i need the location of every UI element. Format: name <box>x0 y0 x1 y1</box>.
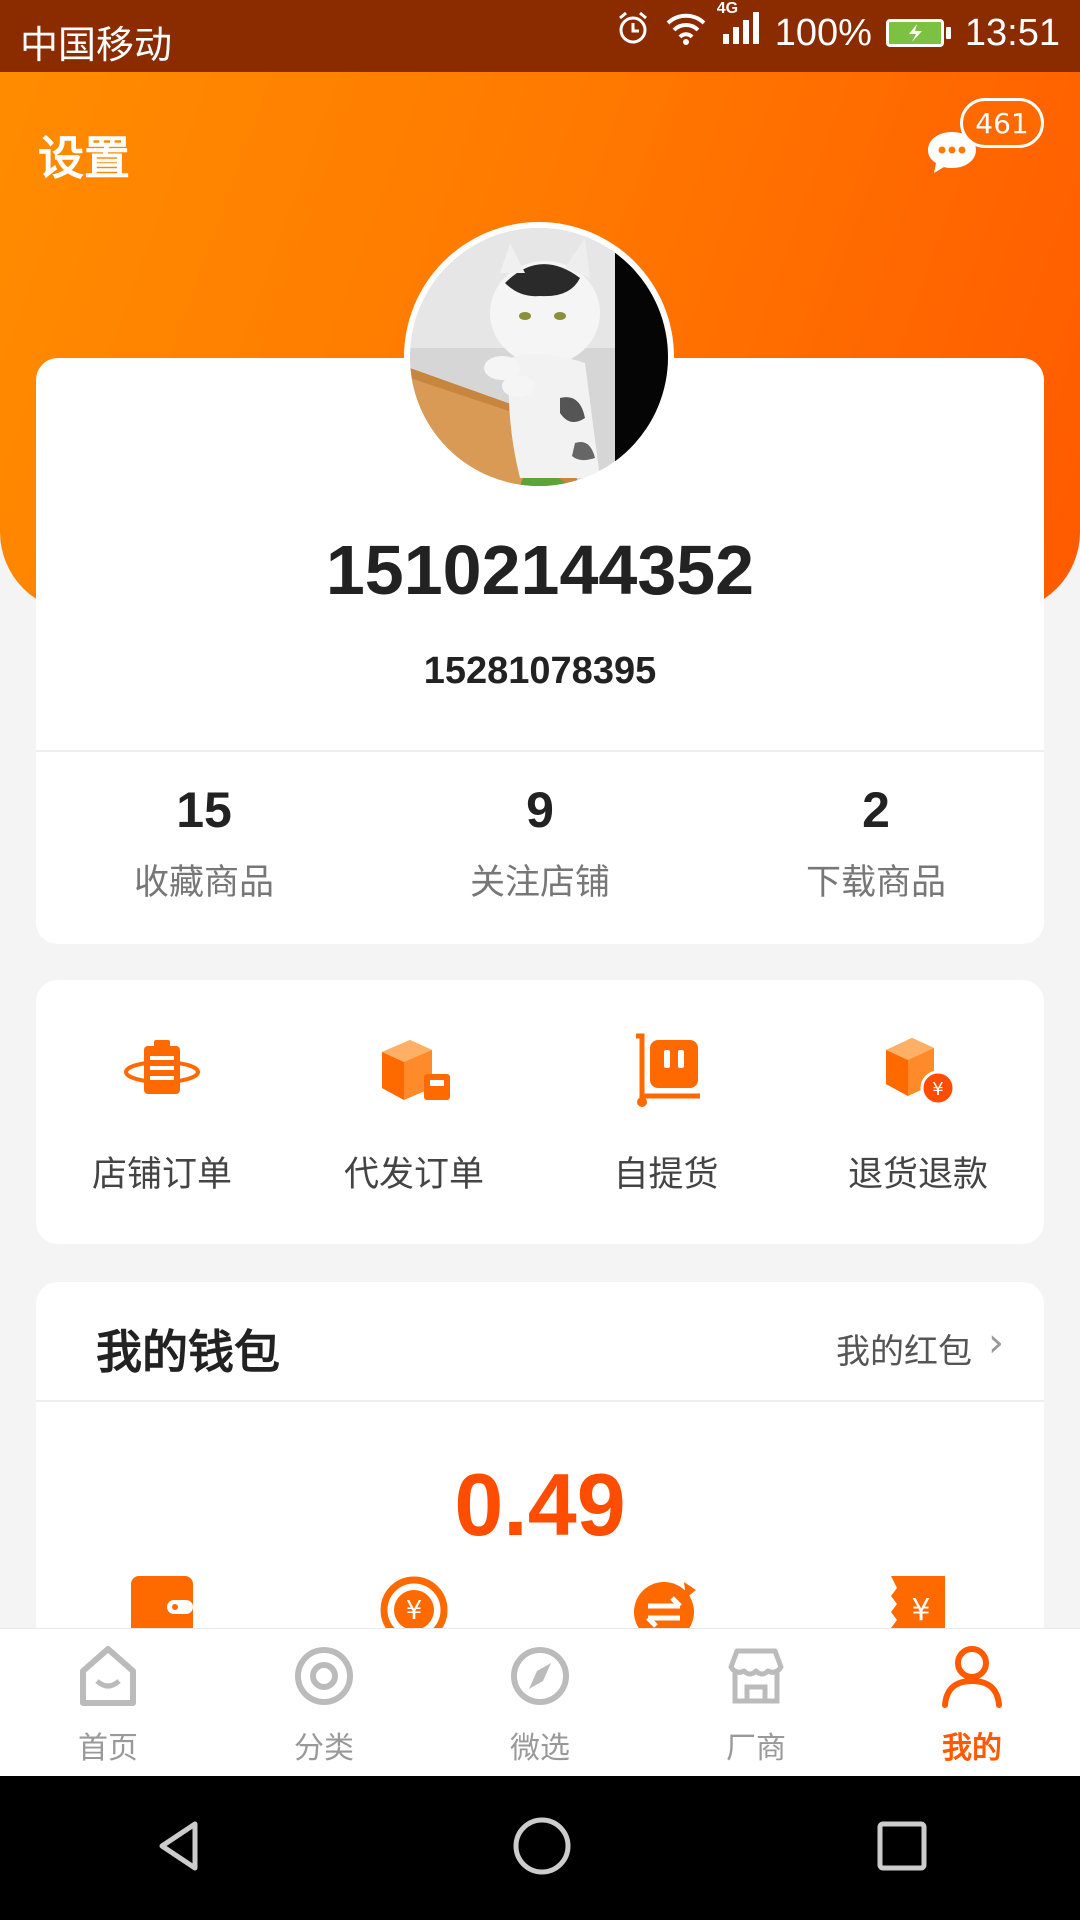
svg-text:¥: ¥ <box>406 1596 423 1626</box>
order-label: 自提货 <box>613 1155 719 1195</box>
username: 15102144352 <box>325 531 755 609</box>
status-bar: 中国移动 4G 100% 13:51 <box>0 0 1080 72</box>
tab-label: 我的 <box>942 1731 1002 1766</box>
stat-label: 收藏商品 <box>133 863 274 903</box>
order-refund[interactable]: ¥ 退货退款 <box>792 980 1044 1244</box>
wifi-icon <box>665 11 707 55</box>
tab-label: 微选 <box>510 1731 570 1766</box>
back-icon[interactable] <box>150 1816 210 1880</box>
message-count-badge: 461 <box>960 98 1044 148</box>
stat-value: 15 <box>176 782 232 838</box>
order-dropship[interactable]: 代发订单 <box>288 980 540 1244</box>
stat-favorites[interactable]: 15 收藏商品 <box>36 780 372 920</box>
signal-icon: 4G <box>717 0 761 56</box>
orders-card: 店铺订单 代发订单 自提货 ¥ 退货退款 <box>36 980 1044 1244</box>
settings-button[interactable]: 设置 <box>38 122 130 188</box>
tab-label: 首页 <box>78 1731 138 1766</box>
order-self-pickup[interactable]: 自提货 <box>540 980 792 1244</box>
tab-mine[interactable]: 我的 <box>864 1629 1080 1777</box>
phone-number: 15281078395 <box>423 650 657 692</box>
store-order-icon <box>120 1028 204 1116</box>
divider <box>36 1400 1044 1402</box>
bottom-tab-bar: 首页 分类 微选 厂商 我的 <box>0 1628 1080 1777</box>
avatar[interactable] <box>404 222 674 492</box>
messages-button[interactable]: 461 <box>924 98 1044 188</box>
divider <box>36 750 1044 752</box>
svg-text:¥: ¥ <box>932 1079 943 1100</box>
stat-label: 关注店铺 <box>469 863 610 903</box>
avatar-image <box>410 228 668 486</box>
refund-icon: ¥ <box>876 1028 960 1116</box>
self-pickup-icon <box>624 1028 708 1116</box>
red-packet-link[interactable]: 我的红包 <box>836 1324 972 1373</box>
tab-label: 厂商 <box>726 1731 786 1766</box>
svg-text:¥: ¥ <box>911 1593 930 1628</box>
dropship-order-icon <box>372 1028 456 1116</box>
tab-category[interactable]: 分类 <box>216 1629 432 1777</box>
tab-vendors[interactable]: 厂商 <box>648 1629 864 1777</box>
alarm-icon <box>615 10 651 56</box>
compass-icon <box>505 1641 575 1715</box>
order-store[interactable]: 店铺订单 <box>36 980 288 1244</box>
category-icon <box>289 1641 359 1715</box>
system-nav-bar <box>0 1776 1080 1920</box>
recents-icon[interactable] <box>874 1818 930 1878</box>
battery-charging-icon <box>885 19 951 47</box>
shop-icon <box>721 1641 791 1715</box>
order-label: 退货退款 <box>847 1155 988 1195</box>
carrier-label: 中国移动 <box>20 25 173 67</box>
tab-home[interactable]: 首页 <box>0 1629 216 1777</box>
tab-label: 分类 <box>294 1731 354 1766</box>
battery-percent: 100% <box>774 11 872 54</box>
profile-icon <box>937 1641 1007 1715</box>
wallet-balance[interactable]: 0.49 <box>36 1454 1044 1556</box>
tab-picks[interactable]: 微选 <box>432 1629 648 1777</box>
stat-followed-shops[interactable]: 9 关注店铺 <box>372 780 708 920</box>
stats-row: 15 收藏商品 9 关注店铺 2 下载商品 <box>36 780 1044 920</box>
stat-downloads[interactable]: 2 下载商品 <box>708 780 1044 920</box>
home-circle-icon[interactable] <box>510 1814 574 1882</box>
wallet-card: 我的钱包 我的红包 › 0.49 ¥ ¥ <box>36 1282 1044 1682</box>
stat-value: 9 <box>526 782 554 838</box>
home-icon <box>73 1641 143 1715</box>
clock: 13:51 <box>964 11 1060 54</box>
chevron-right-icon: › <box>988 1320 1004 1366</box>
order-label: 代发订单 <box>343 1155 484 1195</box>
stat-value: 2 <box>862 782 890 838</box>
stat-label: 下载商品 <box>805 863 946 903</box>
wallet-title: 我的钱包 <box>96 1325 280 1379</box>
order-label: 店铺订单 <box>91 1155 232 1195</box>
network-type: 4G <box>716 0 739 17</box>
